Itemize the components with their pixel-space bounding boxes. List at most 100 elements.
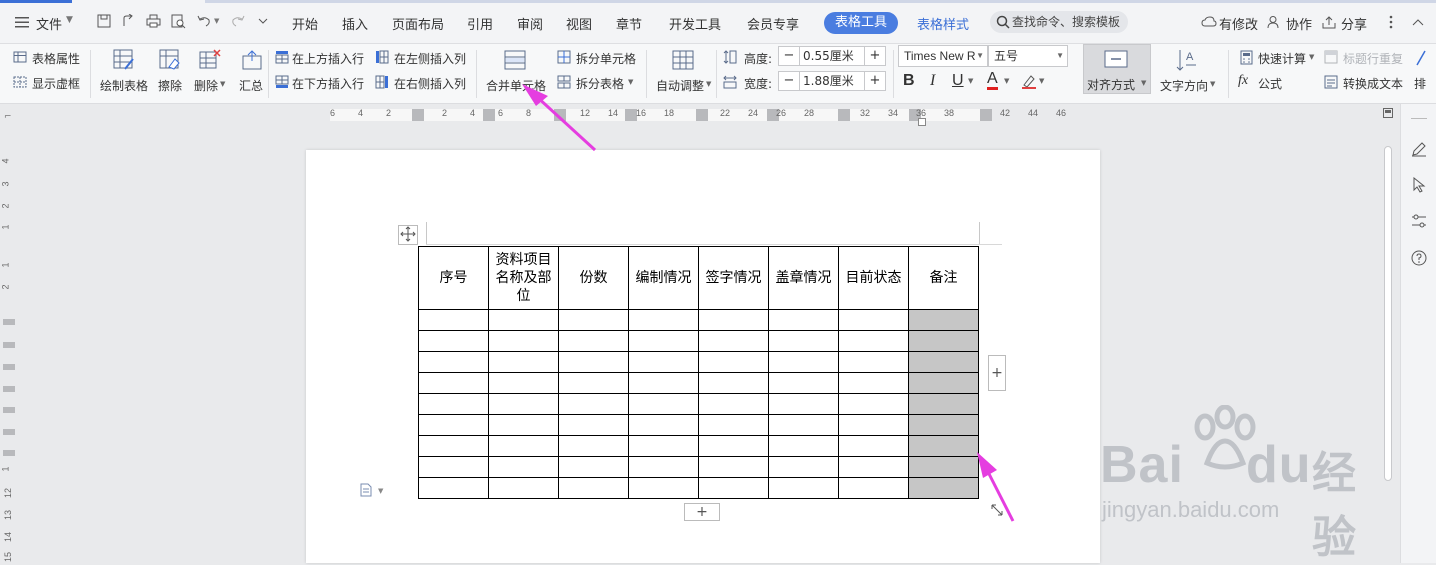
save-icon[interactable] bbox=[96, 13, 112, 29]
selected-table-cell[interactable] bbox=[908, 309, 979, 331]
table-cell[interactable] bbox=[768, 456, 839, 478]
vertical-ruler[interactable]: 4 3 2 1 1 2 1 12 13 14 15 bbox=[0, 124, 17, 563]
export-icon[interactable] bbox=[120, 13, 136, 29]
paragraph-dropdown-icon[interactable]: ▼ bbox=[378, 487, 383, 495]
table-cell[interactable] bbox=[628, 456, 699, 478]
selected-table-cell[interactable] bbox=[908, 372, 979, 394]
table-cell[interactable] bbox=[628, 309, 699, 331]
ruler-column-marker[interactable] bbox=[554, 109, 566, 121]
table-cell[interactable] bbox=[418, 414, 489, 436]
alignment-button[interactable]: 对齐方式 ▼ bbox=[1083, 44, 1151, 94]
table-cell[interactable] bbox=[558, 372, 629, 394]
font-name-dropdown-icon[interactable]: ▼ bbox=[976, 46, 984, 66]
font-color-icon[interactable]: A bbox=[987, 71, 998, 90]
table-cell[interactable] bbox=[698, 372, 769, 394]
settings-sliders-icon[interactable] bbox=[1410, 212, 1428, 230]
eraser-icon[interactable] bbox=[158, 48, 182, 72]
add-column-button[interactable]: + bbox=[988, 355, 1006, 391]
auto-fit-dropdown-icon[interactable]: ▼ bbox=[706, 80, 711, 88]
share-button[interactable]: 分享 bbox=[1341, 14, 1367, 33]
table-cell[interactable] bbox=[768, 351, 839, 373]
selected-table-cell[interactable] bbox=[908, 435, 979, 457]
table-cell[interactable] bbox=[488, 393, 559, 415]
table-cell[interactable] bbox=[558, 393, 629, 415]
insert-col-left-icon[interactable] bbox=[374, 49, 390, 65]
table-cell[interactable] bbox=[628, 393, 699, 415]
split-cells-icon[interactable] bbox=[556, 49, 572, 65]
table-cell[interactable] bbox=[628, 351, 699, 373]
ruler-toggle-icon[interactable] bbox=[1382, 106, 1394, 120]
table-cell[interactable] bbox=[838, 309, 909, 331]
insert-row-above-icon[interactable] bbox=[274, 49, 290, 65]
table-cell[interactable] bbox=[698, 414, 769, 436]
bold-icon[interactable]: B bbox=[903, 72, 915, 90]
merge-cells-icon[interactable] bbox=[503, 48, 527, 72]
delete-table-icon[interactable] bbox=[198, 48, 222, 72]
sort-button[interactable]: 排 bbox=[1414, 75, 1426, 92]
selected-table-cell[interactable] bbox=[908, 393, 979, 415]
table-cell[interactable] bbox=[628, 330, 699, 352]
show-gridlines-icon[interactable] bbox=[12, 75, 28, 89]
formula-button[interactable]: 公式 bbox=[1258, 75, 1282, 92]
tab-view[interactable]: 视图 bbox=[566, 14, 592, 33]
show-gridlines-button[interactable]: 显示虚框 bbox=[32, 75, 80, 92]
table-header-cell[interactable]: 签字情况 bbox=[698, 246, 769, 310]
selected-table-cell[interactable] bbox=[908, 414, 979, 436]
table-cell[interactable] bbox=[838, 372, 909, 394]
table-header-cell[interactable]: 目前状态 bbox=[838, 246, 909, 310]
table-cell[interactable] bbox=[418, 456, 489, 478]
quick-calc-button[interactable]: 快速计算 bbox=[1258, 50, 1306, 67]
modified-status[interactable]: 有修改 bbox=[1219, 14, 1258, 33]
scrollbar-thumb[interactable] bbox=[1384, 146, 1392, 481]
height-increase-button[interactable]: + bbox=[864, 47, 885, 65]
table-cell[interactable] bbox=[558, 435, 629, 457]
table-cell[interactable] bbox=[698, 456, 769, 478]
tab-member[interactable]: 会员专享 bbox=[747, 14, 799, 33]
table-cell[interactable] bbox=[558, 456, 629, 478]
table-cell[interactable] bbox=[418, 435, 489, 457]
selected-table-cell[interactable] bbox=[908, 330, 979, 352]
table-cell[interactable] bbox=[838, 393, 909, 415]
table-cell[interactable] bbox=[768, 330, 839, 352]
height-decrease-button[interactable]: − bbox=[779, 47, 800, 65]
collaborate-button[interactable]: 协作 bbox=[1286, 14, 1312, 33]
auto-fit-button[interactable]: 自动调整 bbox=[656, 77, 704, 94]
split-cells-button[interactable]: 拆分单元格 bbox=[576, 50, 636, 67]
table-cell[interactable] bbox=[418, 393, 489, 415]
split-table-dropdown-icon[interactable]: ▼ bbox=[628, 78, 633, 86]
quick-calc-dropdown-icon[interactable]: ▼ bbox=[1309, 53, 1314, 61]
table-cell[interactable] bbox=[838, 456, 909, 478]
table-cell[interactable] bbox=[418, 309, 489, 331]
tab-developer[interactable]: 开发工具 bbox=[669, 14, 721, 33]
table-cell[interactable] bbox=[488, 435, 559, 457]
split-table-icon[interactable] bbox=[556, 74, 572, 90]
underline-icon[interactable]: U bbox=[952, 72, 964, 90]
undo-icon[interactable] bbox=[196, 13, 212, 29]
insert-row-above-button[interactable]: 在上方插入行 bbox=[292, 50, 364, 67]
file-menu[interactable]: 文件 bbox=[36, 14, 62, 33]
vertical-scrollbar[interactable] bbox=[1381, 124, 1395, 563]
table-cell[interactable] bbox=[768, 477, 839, 499]
table-cell[interactable] bbox=[768, 393, 839, 415]
table-cell[interactable] bbox=[628, 477, 699, 499]
summary-icon[interactable] bbox=[240, 48, 264, 72]
hamburger-icon[interactable] bbox=[14, 14, 30, 30]
table-cell[interactable] bbox=[698, 477, 769, 499]
row-height-value[interactable]: 0.55厘米 bbox=[803, 47, 854, 65]
edit-pen-icon[interactable] bbox=[1410, 140, 1428, 158]
indent-marker[interactable] bbox=[918, 118, 926, 126]
summary-button[interactable]: 汇总 bbox=[239, 77, 263, 94]
draw-table-button[interactable]: 绘制表格 bbox=[100, 77, 148, 94]
table-cell[interactable] bbox=[488, 456, 559, 478]
print-preview-icon[interactable] bbox=[170, 13, 186, 29]
ruler-column-marker[interactable] bbox=[412, 109, 424, 121]
table-cell[interactable] bbox=[768, 372, 839, 394]
font-name-select[interactable]: Times New R ▼ bbox=[898, 45, 988, 67]
table-cell[interactable] bbox=[838, 435, 909, 457]
col-width-value[interactable]: 1.88厘米 bbox=[803, 72, 854, 90]
auto-fit-icon[interactable] bbox=[671, 48, 695, 72]
delete-button[interactable]: 删除 bbox=[194, 77, 218, 94]
table-cell[interactable] bbox=[698, 351, 769, 373]
table-cell[interactable] bbox=[768, 435, 839, 457]
col-width-spinner[interactable]: − 1.88厘米 + bbox=[778, 71, 886, 91]
